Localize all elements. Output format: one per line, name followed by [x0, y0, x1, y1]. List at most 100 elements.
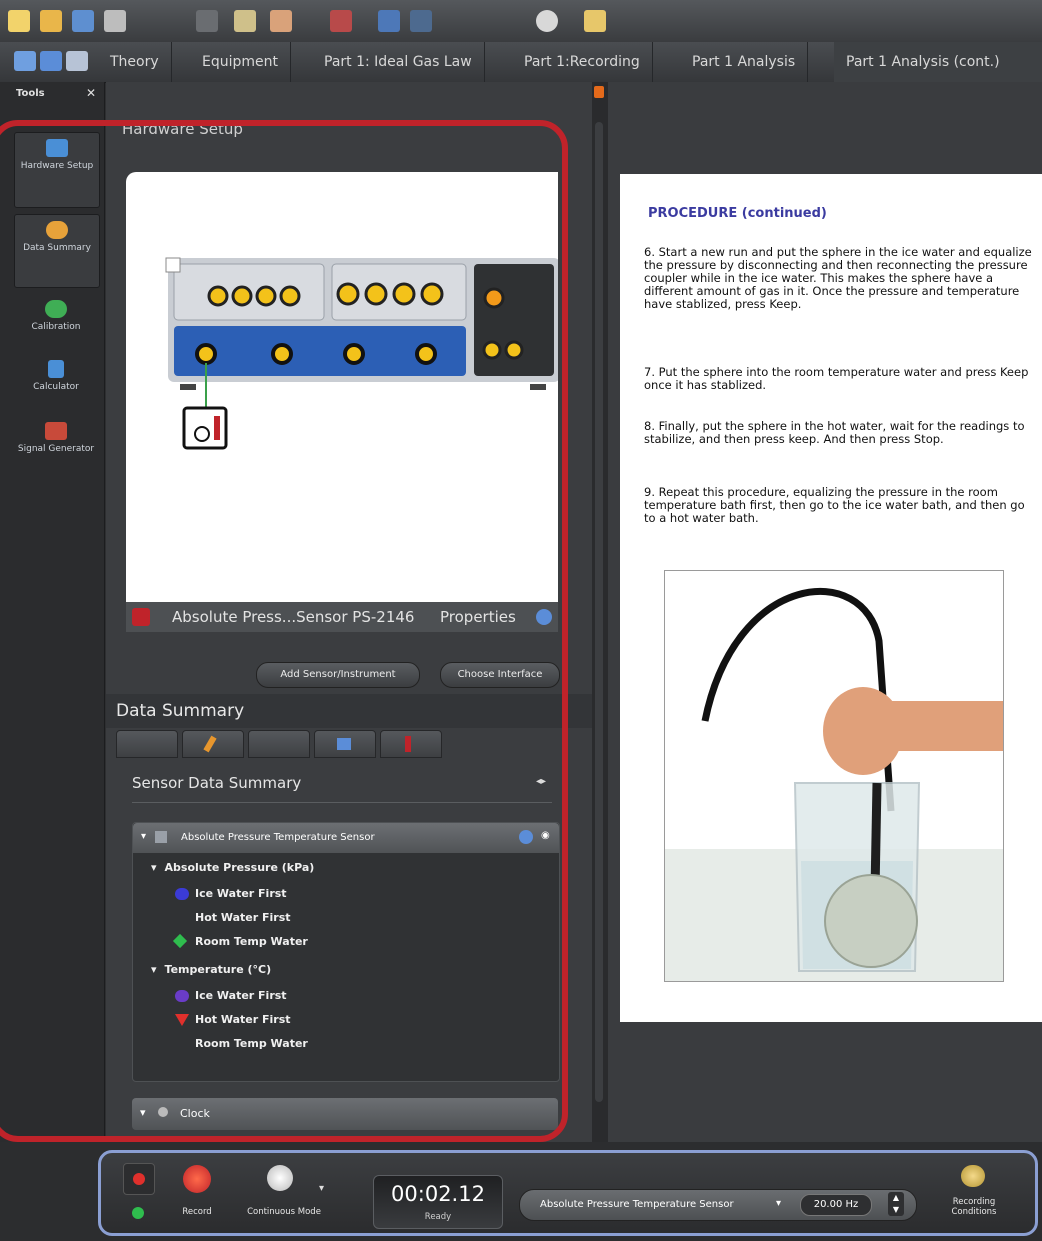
undo-icon[interactable] — [378, 10, 400, 32]
tab-part1-analysis[interactable]: Part 1 Analysis — [680, 42, 809, 82]
scrollbar[interactable] — [595, 122, 603, 1102]
tab-theory[interactable]: Theory — [98, 42, 172, 82]
tool-signal-generator[interactable]: Signal Generator — [14, 416, 98, 482]
measurement-name: Absolute Pressure (kPa) — [164, 861, 315, 874]
delete-icon[interactable] — [330, 10, 352, 32]
tool-label: Calculator — [33, 382, 79, 392]
elapsed-time: 00:02.12 — [391, 1182, 485, 1206]
recording-conditions-label: Recording Conditions — [951, 1197, 997, 1217]
expand-icon[interactable]: ◂▸ — [536, 776, 546, 787]
collapse-arrow-icon[interactable]: ▾ — [151, 963, 157, 976]
continuous-mode-icon[interactable] — [267, 1165, 293, 1191]
print-icon[interactable] — [104, 10, 126, 32]
tab-part1-ideal-gas-law[interactable]: Part 1: Ideal Gas Law — [312, 42, 485, 82]
data-tool-icon[interactable] — [123, 1201, 153, 1225]
measurement-name: Temperature (°C) — [164, 963, 272, 976]
clock-group[interactable]: ▾ Clock — [132, 1098, 558, 1130]
cut-icon[interactable] — [196, 10, 218, 32]
page-tabs: Theory Equipment Part 1: Ideal Gas Law P… — [0, 42, 1042, 83]
clock-icon — [158, 1107, 168, 1117]
properties-button[interactable]: Properties — [440, 608, 516, 626]
procedure-heading: PROCEDURE (continued) — [648, 206, 827, 221]
tab-part1-analysis-cont[interactable]: Part 1 Analysis (cont.) — [834, 42, 1042, 82]
tab-equipment[interactable]: Equipment — [190, 42, 291, 82]
run-label: Ice Water First — [195, 887, 287, 900]
mode-label: Continuous Mode — [247, 1207, 321, 1217]
add-sensor-button[interactable]: Add Sensor/Instrument — [256, 662, 420, 688]
close-icon[interactable]: ✕ — [86, 86, 96, 100]
controls-panel: Record ▾ Continuous Mode 00:02.12 Ready … — [98, 1150, 1038, 1236]
sample-rate-value[interactable]: 20.00 Hz — [800, 1194, 872, 1216]
run-color-icon[interactable] — [123, 1163, 155, 1195]
hardware-diagram — [126, 172, 560, 602]
measurement-temperature[interactable]: ▾ Temperature (°C) — [151, 963, 271, 976]
pin-icon[interactable] — [594, 86, 604, 98]
eraser-tab[interactable] — [314, 730, 376, 758]
new-file-icon[interactable] — [8, 10, 30, 32]
tool-data-summary[interactable]: Data Summary — [14, 214, 100, 288]
data-tool-dot-icon — [132, 1207, 144, 1219]
gear-icon[interactable] — [519, 830, 533, 844]
collapse-arrow-icon[interactable]: ▾ — [140, 1106, 146, 1119]
pencil-icon — [203, 735, 217, 753]
beaker-illustration — [665, 587, 1003, 981]
run-marker-icon — [175, 1014, 189, 1026]
journal-icon[interactable] — [584, 10, 606, 32]
tools-title: Tools — [16, 88, 45, 99]
graph-tab[interactable] — [380, 730, 442, 758]
rate-stepper-icon[interactable]: ▲ ▼ — [888, 1192, 904, 1216]
tool-calibration[interactable]: Calibration — [14, 294, 98, 350]
sensor-select[interactable]: Absolute Pressure Temperature Sensor — [540, 1199, 734, 1210]
tools-sidebar: Tools ✕ Hardware Setup Data Summary Cali… — [0, 82, 105, 1142]
calculator-tab[interactable] — [248, 730, 310, 758]
collapse-arrow-icon[interactable]: ▾ — [141, 831, 146, 842]
run-item[interactable]: Room Temp Water — [175, 1037, 308, 1050]
tab-part1-recording[interactable]: Part 1:Recording — [512, 42, 653, 82]
tool-label: Hardware Setup — [20, 161, 94, 171]
redo-icon[interactable] — [410, 10, 432, 32]
layout-view-icon[interactable] — [14, 51, 36, 71]
page-view-icon[interactable] — [66, 51, 88, 71]
recording-conditions-icon[interactable] — [961, 1165, 985, 1187]
run-item[interactable]: Ice Water First — [175, 887, 287, 900]
graph-icon — [405, 736, 411, 752]
eye-icon[interactable]: ◉ — [541, 830, 550, 841]
record-button[interactable] — [183, 1165, 211, 1193]
edit-pencil-tab[interactable] — [182, 730, 244, 758]
tool-hardware-setup[interactable]: Hardware Setup — [14, 132, 100, 208]
main-toolbar — [0, 0, 1042, 43]
save-icon[interactable] — [72, 10, 94, 32]
paste-icon[interactable] — [270, 10, 292, 32]
choose-interface-button[interactable]: Choose Interface — [440, 662, 560, 688]
document-page: PROCEDURE (continued) 6. Start a new run… — [620, 174, 1042, 1022]
open-folder-icon[interactable] — [40, 10, 62, 32]
copy-icon[interactable] — [234, 10, 256, 32]
settings-gear-icon[interactable] — [536, 609, 552, 625]
pin-tab[interactable] — [116, 730, 178, 758]
sensor-group-header[interactable]: ▾ Absolute Pressure Temperature Sensor ◉ — [133, 823, 559, 853]
run-item[interactable]: Room Temp Water — [172, 933, 308, 949]
measurement-pressure[interactable]: ▾ Absolute Pressure (kPa) — [151, 861, 314, 874]
calculator-icon — [48, 360, 64, 378]
sensor-name[interactable]: Absolute Press...Sensor PS-2146 — [172, 608, 414, 626]
tools-view-icon[interactable] — [40, 51, 62, 71]
collapse-arrow-icon[interactable]: ▾ — [151, 861, 157, 874]
run-label: Room Temp Water — [195, 1037, 308, 1050]
panel-splitter[interactable] — [592, 82, 608, 1142]
run-item[interactable]: Hot Water First — [175, 1013, 291, 1026]
procedure-step: 7. Put the sphere into the room temperat… — [644, 365, 1029, 392]
sensor-group: ▾ Absolute Pressure Temperature Sensor ◉… — [132, 822, 560, 1082]
tool-label: Calibration — [31, 322, 81, 332]
run-item[interactable]: Hot Water First — [175, 911, 291, 924]
run-label: Hot Water First — [195, 911, 291, 924]
run-marker-icon — [172, 933, 188, 949]
camera-icon[interactable] — [536, 10, 558, 32]
run-item[interactable]: Ice Water First — [175, 989, 287, 1002]
calibration-icon — [45, 300, 67, 318]
run-marker-icon — [175, 1038, 189, 1050]
tool-calculator[interactable]: Calculator — [14, 354, 98, 410]
sensor-dropdown-icon[interactable]: ▾ — [776, 1198, 781, 1209]
procedure-step: 9. Repeat this procedure, equalizing the… — [644, 485, 1025, 525]
mode-dropdown-icon[interactable]: ▾ — [319, 1183, 324, 1194]
tool-label: Signal Generator — [17, 444, 95, 454]
